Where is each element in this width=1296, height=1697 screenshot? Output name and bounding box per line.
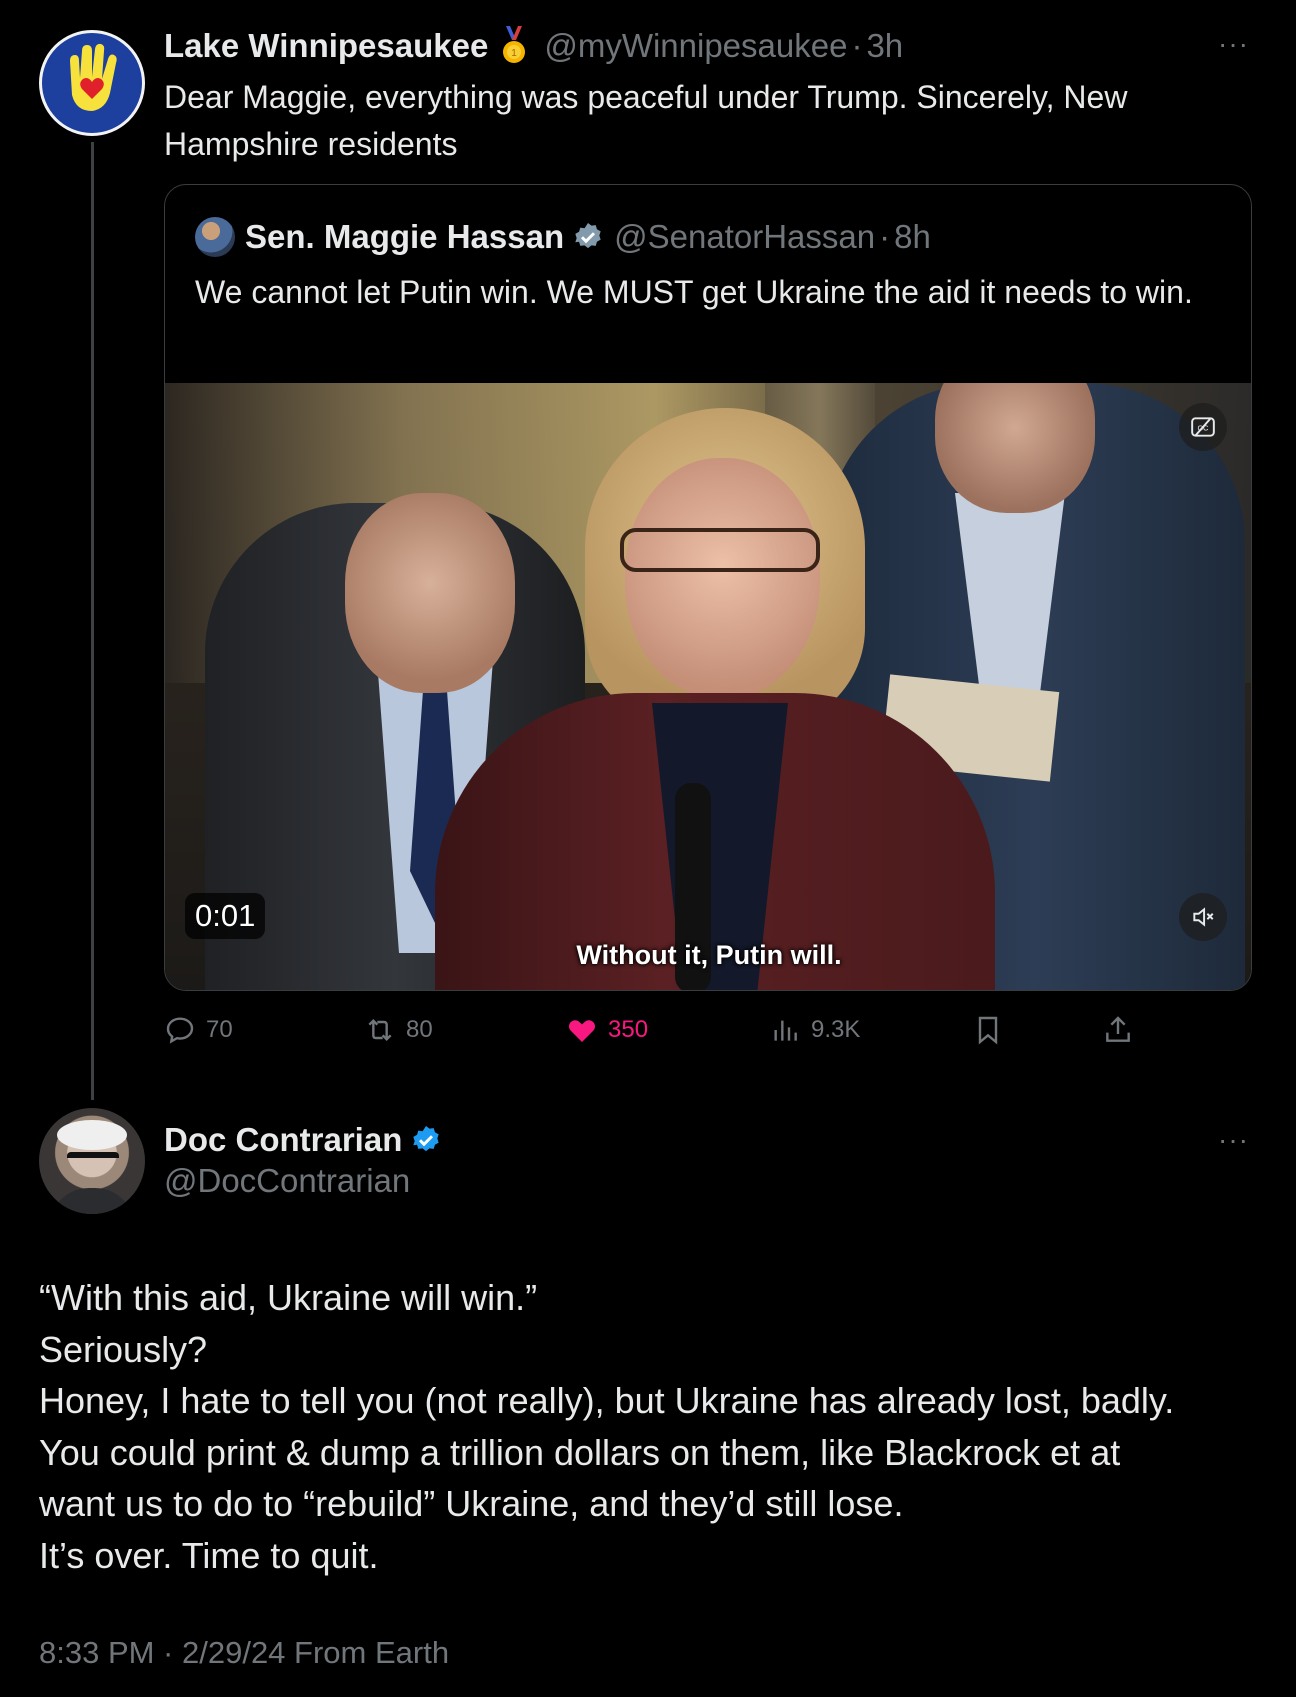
reply-count: 70 [206,1016,233,1043]
avatar-doc-contrarian[interactable] [39,1108,145,1214]
quoted-author-name[interactable]: Sen. Maggie Hassan [245,218,564,256]
avatar-hair [57,1120,127,1150]
verified-badge-icon [572,221,604,253]
reply-button[interactable]: 70 [164,1010,233,1050]
head [935,383,1095,513]
more-options-icon[interactable]: ··· [1218,28,1249,60]
tweet2-line: “With this aid, Ukraine will win.” [39,1277,538,1318]
author-name[interactable]: Doc Contrarian [164,1121,402,1159]
bookmark-icon [978,1016,998,1045]
video-caption: Without it, Putin will. [576,940,842,970]
tweet2-line: Honey, I hate to tell you (not really), … [39,1380,1175,1421]
views-button[interactable]: 9.3K [769,1010,860,1050]
shirt [955,493,1065,713]
captions-icon[interactable]: CC [1179,403,1227,451]
tweet2-timestamp[interactable]: 8:33 PM · 2/29/24 From Earth [39,1635,449,1671]
tweet2-text: “With this aid, Ukraine will win.” Serio… [39,1272,1269,1581]
medal-icon: 1 [500,26,528,66]
views-count: 9.3K [811,1016,861,1043]
like-count: 350 [608,1016,649,1043]
quoted-author-handle[interactable]: @SenatorHassan [614,218,875,256]
reply-icon [166,1017,194,1044]
tweet2-line: want us to do to “rebuild” Ukraine, and … [39,1483,904,1524]
tweet1-action-bar: 70 80 350 9.3K [164,1010,1144,1050]
lake-winnipesaukee-logo [44,35,140,131]
svg-text:1: 1 [512,48,518,59]
avatar-suit [49,1188,135,1214]
share-icon [1106,1016,1130,1042]
tweet2-author-row: Doc Contrarian [164,1116,442,1164]
repost-button[interactable]: 80 [364,1010,433,1050]
post-time[interactable]: 3h [866,27,903,65]
separator-dot: · [879,218,891,255]
author-name[interactable]: Lake Winnipesaukee [164,27,488,65]
thread-connector-line [91,142,94,1100]
mute-icon[interactable] [1179,893,1227,941]
video-speaker-face [625,458,820,698]
tweet2-line: You could print & dump a trillion dollar… [39,1431,1121,1473]
avatar-senator-hassan[interactable] [195,217,235,257]
views-icon [774,1020,797,1041]
verified-badge-icon [410,1124,442,1156]
video-speaker-glasses [620,528,820,572]
avatar-glasses [67,1152,119,1166]
separator-dot: · [851,27,863,64]
tweet2-line: Seriously? [39,1328,208,1370]
video-timestamp: 0:01 [185,893,266,939]
like-button[interactable]: 350 [566,1010,648,1050]
author-handle[interactable]: @myWinnipesaukee [544,27,847,65]
like-icon [568,1020,596,1042]
repost-icon [368,1018,392,1042]
head [345,493,515,693]
quoted-tweet-header: Sen. Maggie Hassan @SenatorHassan · 8h [195,215,931,259]
repost-count: 80 [406,1016,433,1043]
tweet1-text: Dear Maggie, everything was peaceful und… [164,79,1128,162]
svg-text:CC: CC [1198,423,1209,432]
video-player[interactable]: CC 0:01 Without it, Putin will. [165,383,1251,990]
bookmark-button[interactable] [972,1010,1014,1050]
quoted-tweet-text: We cannot let Putin win. We MUST get Ukr… [195,274,1193,310]
tweet2-line: It’s over. Time to quit. [39,1534,379,1576]
quoted-post-time[interactable]: 8h [894,218,931,256]
avatar-lake-winnipesaukee[interactable] [39,30,145,136]
share-button[interactable] [1102,1010,1144,1050]
tweet1-header: Lake Winnipesaukee 1 @myWinnipesaukee · … [164,24,903,68]
more-options-icon[interactable]: ··· [1218,1124,1249,1156]
quoted-tweet-card[interactable]: Sen. Maggie Hassan @SenatorHassan · 8h W… [164,184,1252,991]
author-handle[interactable]: @DocContrarian [164,1162,410,1200]
